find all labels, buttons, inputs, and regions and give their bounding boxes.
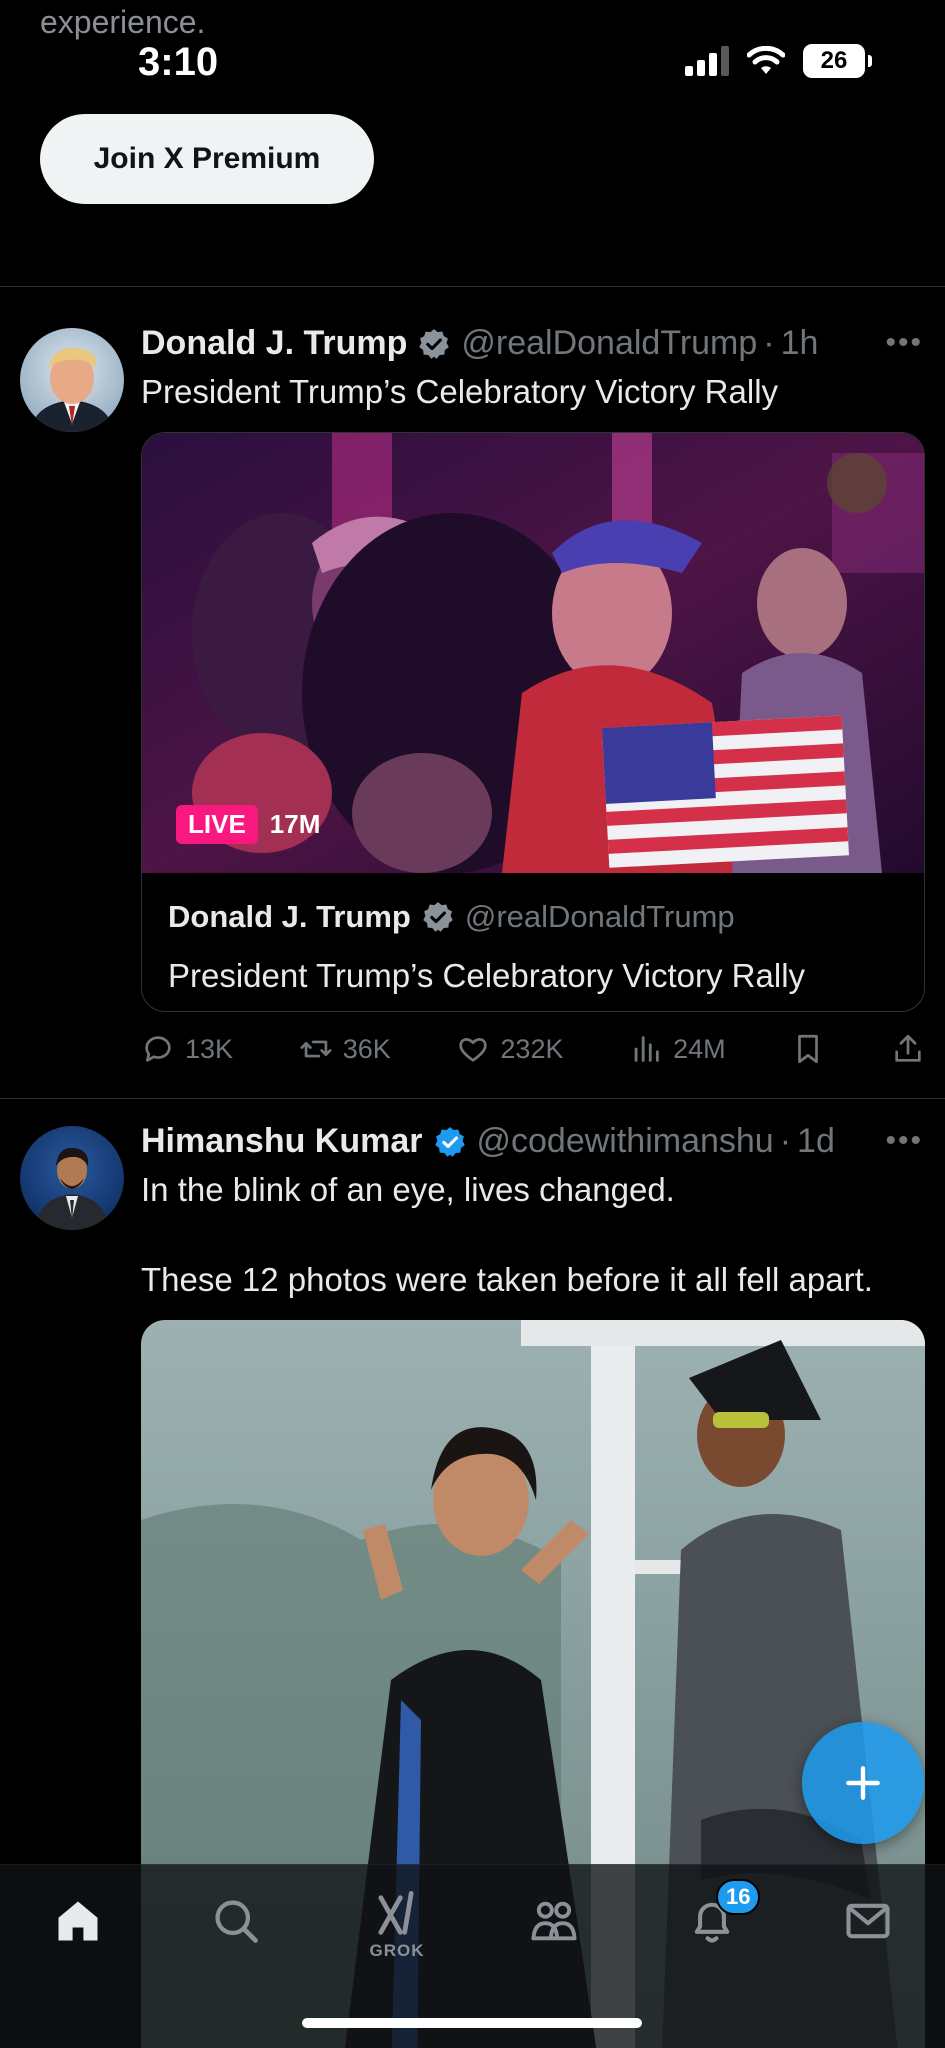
verified-badge-icon — [423, 902, 453, 932]
analytics-icon — [634, 1036, 659, 1062]
live-badge: LIVE — [176, 805, 258, 844]
avatar[interactable] — [20, 1126, 124, 1230]
repost-button[interactable]: 36K — [299, 1032, 391, 1066]
views-button[interactable]: 24M — [629, 1032, 726, 1066]
like-count: 232K — [500, 1033, 564, 1064]
status-fade-text: experience. — [40, 4, 206, 40]
home-indicator[interactable] — [302, 2018, 642, 2028]
avatar[interactable] — [20, 328, 124, 432]
viewer-count: 17M — [269, 809, 321, 839]
tab-communities[interactable] — [524, 1891, 584, 1951]
post-time: 1h — [780, 324, 819, 362]
live-indicator: LIVE 17M — [176, 805, 320, 844]
share-button[interactable] — [891, 1032, 925, 1066]
tab-search[interactable] — [206, 1891, 266, 1951]
status-time: 3:10 — [138, 40, 219, 84]
view-count: 24M — [673, 1033, 726, 1064]
live-broadcast-card[interactable]: LIVE 17M Donald J. Trump @realDonaldTrum… — [141, 432, 925, 1012]
post-header: Donald J. Trump @realDonaldTrump · 1h — [141, 324, 818, 363]
post-time: 1d — [797, 1122, 835, 1160]
broadcast-thumbnail[interactable]: LIVE 17M — [142, 433, 924, 873]
divider — [0, 1098, 945, 1099]
mail-icon — [846, 1903, 890, 1939]
post-actions: 13K 36K 232K 24M — [141, 1032, 925, 1066]
author-name[interactable]: Donald J. Trump — [141, 324, 407, 363]
cellular-signal-icon — [685, 46, 729, 76]
wifi-icon — [747, 46, 785, 74]
plus-icon — [846, 1766, 880, 1800]
search-icon — [215, 1900, 258, 1943]
bookmark-icon — [798, 1034, 819, 1064]
grok-icon — [378, 1890, 414, 1935]
reply-button[interactable]: 13K — [141, 1032, 233, 1066]
grok-label: GROK — [369, 1941, 425, 1960]
separator-dot: · — [763, 324, 775, 362]
battery-indicator: 26 — [803, 44, 872, 78]
communities-icon — [531, 1901, 577, 1941]
repost-icon — [300, 1040, 332, 1058]
heart-icon — [459, 1038, 488, 1062]
reply-count: 13K — [185, 1033, 234, 1064]
bookmark-button[interactable] — [791, 1032, 825, 1066]
separator-dot: · — [779, 1122, 792, 1160]
card-footer[interactable]: Donald J. Trump @realDonaldTrump Preside… — [142, 873, 924, 1011]
status-icons: 26 — [685, 44, 872, 78]
post-text-line-2: These 12 photos were taken before it all… — [141, 1261, 873, 1298]
verified-badge-icon — [434, 1126, 465, 1157]
more-options-icon[interactable]: ••• — [885, 326, 923, 360]
more-options-icon[interactable]: ••• — [885, 1124, 923, 1158]
card-title: President Trump’s Celebratory Victory Ra… — [168, 957, 806, 994]
notifications-badge: 16 — [716, 1879, 761, 1915]
post-text: President Trump’s Celebratory Victory Ra… — [141, 373, 779, 410]
card-author-name: Donald J. Trump — [168, 899, 411, 934]
tab-home[interactable] — [48, 1891, 108, 1951]
post-text-line-1: In the blink of an eye, lives changed. — [141, 1171, 675, 1208]
verified-badge-icon — [419, 328, 450, 359]
author-name[interactable]: Himanshu Kumar — [141, 1122, 423, 1161]
like-button[interactable]: 232K — [456, 1032, 563, 1066]
author-handle[interactable]: @realDonaldTrump — [461, 324, 757, 363]
join-premium-button[interactable]: Join X Premium — [40, 114, 374, 204]
card-author-handle: @realDonaldTrump — [464, 899, 735, 934]
card-author: Donald J. Trump @realDonaldTrump — [168, 899, 735, 935]
home-icon — [58, 1901, 98, 1941]
tab-messages[interactable] — [838, 1891, 898, 1951]
author-handle[interactable]: @codewithimanshu — [477, 1122, 774, 1161]
share-icon — [895, 1034, 921, 1062]
tab-grok[interactable] — [366, 1885, 426, 1945]
divider — [0, 286, 945, 287]
compose-post-button[interactable] — [802, 1722, 924, 1844]
reply-icon — [145, 1036, 171, 1062]
post-header: Himanshu Kumar @codewithimanshu · 1d — [141, 1122, 835, 1161]
repost-count: 36K — [342, 1033, 391, 1064]
